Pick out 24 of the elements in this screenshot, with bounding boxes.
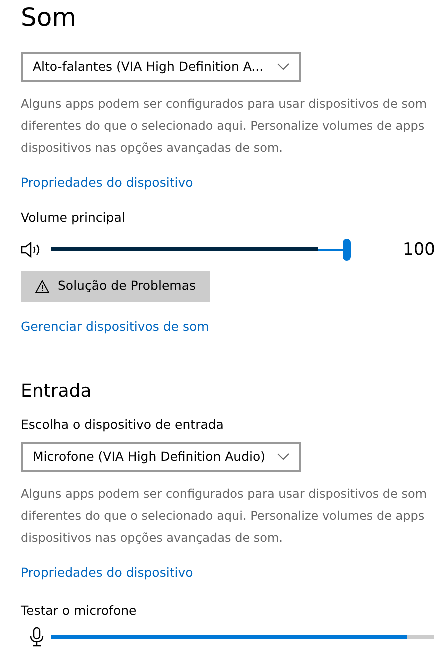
description-line: dispositivos nas opções avançadas de som.	[21, 140, 284, 157]
volume-slider[interactable]	[51, 239, 351, 262]
chevron-icon	[277, 63, 290, 71]
page-title: Som	[21, 2, 78, 34]
properties-link[interactable]: Propriedades do dispositivo	[21, 175, 194, 190]
description-line: Alguns apps podem ser configurados para usar dispositivos de som	[21, 486, 428, 504]
device-label: Escolha o dispositivo de entrada	[21, 416, 225, 434]
test-label: Testar o microfone	[21, 602, 138, 620]
volume-label: Volume principal	[21, 208, 126, 227]
microphone-icon	[29, 626, 45, 647]
volume-reading: 100	[403, 238, 436, 262]
warning-icon	[35, 280, 50, 294]
device-dropdown[interactable]: Alto-falantes (VIA High Definition A...	[21, 52, 301, 82]
device-dropdown[interactable]: Microfone (VIA High Definition Audio)	[21, 442, 301, 472]
description-line: dispositivos nas opções avançadas de som.	[21, 530, 284, 548]
properties-link[interactable]: Propriedades do dispositivo	[21, 565, 194, 580]
chevron-icon	[277, 453, 290, 462]
troubleshoot-button[interactable]: Solução de Problemas	[21, 271, 210, 302]
description-line: diferentes do que o selecionado aqui. Personalize volumes de apps	[21, 118, 426, 135]
manage-devices-link[interactable]: Gerenciar dispositivos de som	[21, 319, 210, 334]
section-heading: Entrada	[21, 380, 93, 402]
description-line: diferentes do que o selecionado aqui. Personalize volumes de apps	[21, 508, 426, 526]
description-line: Alguns apps podem ser configurados para usar dispositivos de som	[21, 96, 428, 113]
slider-thumb[interactable]	[343, 239, 351, 262]
